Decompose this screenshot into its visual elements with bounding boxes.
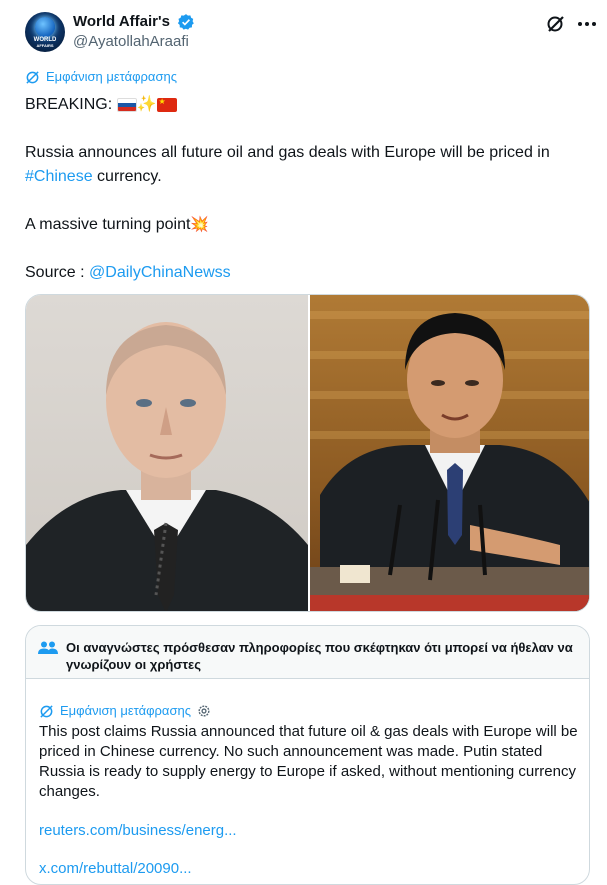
announcement-text-end: currency.: [92, 168, 162, 185]
tweet-header: WORLD AFFAIRS World Affair's @AyatollahA…: [25, 12, 596, 56]
author-name[interactable]: World Affair's: [73, 13, 170, 30]
turning-point-text: A massive turning point: [25, 216, 191, 233]
note-show-translation-link[interactable]: Εμφάνιση μετάφρασης: [39, 702, 339, 720]
translate-icon: [40, 705, 53, 718]
globe-icon: [35, 17, 55, 37]
grok-icon[interactable]: [546, 14, 566, 34]
note-source-link-2[interactable]: x.com/rebuttal/20090...: [39, 860, 192, 877]
avatar[interactable]: WORLD AFFAIRS: [25, 12, 65, 52]
community-note-header: Οι αναγνώστες πρόσθεσαν πληροφορίες που …: [26, 626, 589, 679]
sparkles-icon: ✨: [136, 96, 157, 113]
hashtag-link[interactable]: #Chinese: [25, 168, 93, 185]
note-show-translation-label: Εμφάνιση μετάφρασης: [60, 703, 191, 718]
show-translation-label: Εμφάνιση μετάφρασης: [46, 69, 177, 84]
collision-icon: 💥: [190, 216, 210, 233]
photo-right[interactable]: [310, 295, 589, 611]
community-note-title: Οι αναγνώστες πρόσθεσαν πληροφορίες που …: [66, 640, 573, 672]
gear-icon[interactable]: [197, 704, 211, 718]
translate-icon: [26, 71, 39, 84]
community-note: Οι αναγνώστες πρόσθεσαν πληροφορίες που …: [25, 625, 590, 885]
tweet-media[interactable]: [25, 294, 590, 612]
people-icon: [38, 641, 58, 654]
author-handle[interactable]: @AyatollahAraafi: [73, 33, 189, 50]
tweet-line-source: Source : @DailyChinaNewss: [25, 261, 595, 285]
note-source-link-1[interactable]: reuters.com/business/energ...: [39, 822, 237, 839]
tweet-line-announcement: Russia announces all future oil and gas …: [25, 141, 595, 189]
avatar-text-2: AFFAIRS: [36, 43, 54, 48]
breaking-label: BREAKING:: [25, 96, 117, 113]
tweet-text: BREAKING: ✨ Russia announces all future …: [25, 93, 595, 285]
verified-badge-icon: [177, 14, 194, 30]
russia-flag-icon: [116, 98, 137, 112]
more-options-icon[interactable]: [575, 14, 599, 34]
tweet-line-breaking: BREAKING: ✨: [25, 93, 595, 117]
photo-left[interactable]: [26, 295, 308, 611]
announcement-text: Russia announces all future oil and gas …: [25, 144, 550, 161]
tweet-line-turning-point: A massive turning point💥: [25, 213, 595, 237]
source-label: Source :: [25, 264, 90, 281]
community-note-body: This post claims Russia announced that f…: [39, 723, 578, 800]
china-flag-icon: [156, 97, 177, 112]
source-mention-link[interactable]: @DailyChinaNewss: [89, 264, 231, 281]
